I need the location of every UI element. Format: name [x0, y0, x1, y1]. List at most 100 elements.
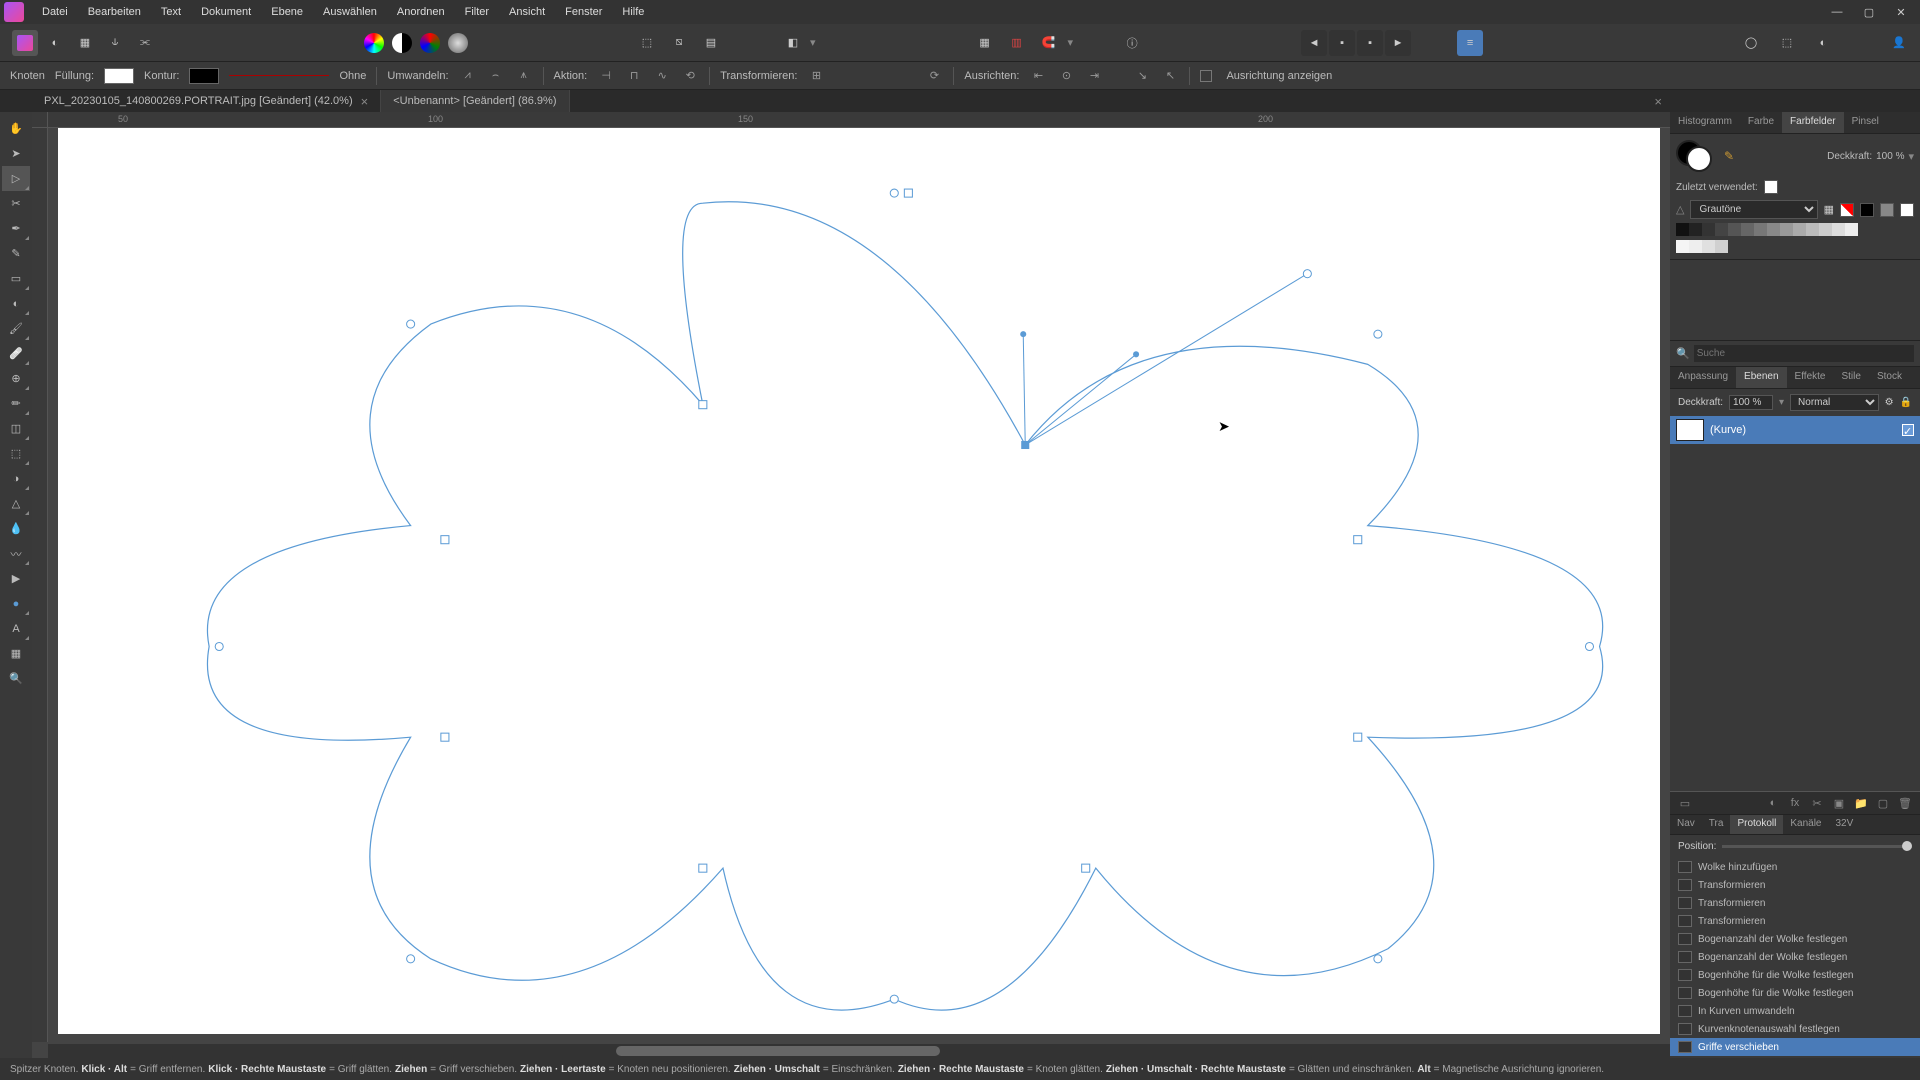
menu-text[interactable]: Text [151, 2, 191, 22]
history-item-current[interactable]: Griffe verschieben [1670, 1038, 1920, 1056]
tool-paint[interactable]: 🖌 [2, 316, 30, 341]
tab-stock[interactable]: Stock [1869, 367, 1910, 388]
tab-anpassung[interactable]: Anpassung [1670, 367, 1736, 388]
color-selector[interactable] [1676, 140, 1716, 172]
tool-mesh[interactable]: ▦ [2, 641, 30, 666]
quicklook-button[interactable]: ◧ [780, 30, 806, 56]
tool-gradient[interactable]: ◐ [2, 291, 30, 316]
tab-32v[interactable]: 32V [1828, 815, 1860, 834]
tab-kanaele[interactable]: Kanäle [1783, 815, 1828, 834]
position-track[interactable] [1722, 845, 1912, 848]
menu-filter[interactable]: Filter [455, 2, 499, 22]
history-item[interactable]: Bogenhöhe für die Wolke festlegen [1670, 984, 1920, 1002]
tool-node[interactable]: ▷ [2, 166, 30, 191]
align-5-icon[interactable]: ↖ [1161, 67, 1179, 85]
search-input[interactable] [1694, 345, 1914, 362]
tab-stile[interactable]: Stile [1833, 367, 1868, 388]
horizontal-scrollbar[interactable] [48, 1044, 1670, 1058]
arrange-3[interactable]: ▪ [1357, 30, 1383, 56]
menu-dokument[interactable]: Dokument [191, 2, 261, 22]
show-alignment-checkbox[interactable] [1200, 70, 1212, 82]
shape-curve[interactable] [207, 202, 1602, 1010]
selection-mode-1[interactable]: ⬚ [634, 30, 660, 56]
tab-histogramm[interactable]: Histogramm [1670, 112, 1740, 133]
tool-fill[interactable]: 💧 [2, 516, 30, 541]
tool-heal[interactable]: 🩹 [2, 341, 30, 366]
tool-play[interactable]: ▶ [2, 566, 30, 591]
live-view-3[interactable]: ◐ [1810, 30, 1836, 56]
history-item[interactable]: Transformieren [1670, 894, 1920, 912]
tool-crop[interactable]: ✂ [2, 191, 30, 216]
layer-fx-btn[interactable]: fx [1786, 795, 1804, 811]
lab-icon[interactable] [448, 33, 468, 53]
menu-anordnen[interactable]: Anordnen [387, 2, 455, 22]
tab-protokoll[interactable]: Protokoll [1730, 815, 1783, 834]
history-item[interactable]: In Kurven umwandeln [1670, 1002, 1920, 1020]
menu-auswaehlen[interactable]: Auswählen [313, 2, 387, 22]
align-2-icon[interactable]: ⊙ [1057, 67, 1075, 85]
snap-button[interactable]: 🧲 [1036, 30, 1062, 56]
gray-swatch-item[interactable] [1676, 223, 1689, 236]
layer-folder-icon[interactable]: 📁 [1852, 795, 1870, 811]
tool-pen[interactable]: ✒ [2, 216, 30, 241]
menu-ebene[interactable]: Ebene [261, 2, 313, 22]
opacity-value[interactable]: 100 % [1876, 151, 1904, 162]
position-thumb[interactable] [1902, 841, 1912, 851]
action-smooth-icon[interactable]: ∿ [653, 67, 671, 85]
layer-item-curve[interactable]: (Kurve) ✓ [1670, 416, 1920, 444]
info-button[interactable]: ⓘ [1119, 30, 1145, 56]
stroke-width-preview[interactable] [229, 70, 329, 82]
action-close-icon[interactable]: ⊓ [625, 67, 643, 85]
selection-mode-2[interactable]: ⧅ [666, 30, 692, 56]
fill-swatch[interactable] [104, 68, 134, 84]
picker-icon[interactable]: ✎ [1724, 149, 1734, 163]
close-button[interactable]: ✕ [1886, 2, 1916, 22]
tool-zoom[interactable]: 🔍 [2, 666, 30, 691]
tool-hand[interactable]: ✋ [2, 116, 30, 141]
align-3-icon[interactable]: ⇥ [1085, 67, 1103, 85]
color-wheel-icon[interactable] [364, 33, 384, 53]
action-join-icon[interactable]: ⟲ [681, 67, 699, 85]
tool-pencil[interactable]: ✎ [2, 241, 30, 266]
action-break-icon[interactable]: ⊣ [597, 67, 615, 85]
layer-visibility-checkbox[interactable]: ✓ [1902, 424, 1914, 436]
cycle-icon[interactable]: ⟳ [925, 67, 943, 85]
persona-develop[interactable]: ▦ [72, 30, 98, 56]
history-item[interactable]: Transformieren [1670, 912, 1920, 930]
align-1-icon[interactable]: ⇤ [1029, 67, 1047, 85]
transform-mode-icon[interactable]: ⊞ [807, 67, 825, 85]
split-button[interactable]: ▥ [1004, 30, 1030, 56]
arrange-1[interactable]: ◄ [1301, 30, 1327, 56]
history-item[interactable]: Bogenanzahl der Wolke festlegen [1670, 930, 1920, 948]
horizontal-scrollbar-thumb[interactable] [616, 1046, 940, 1056]
menu-ansicht[interactable]: Ansicht [499, 2, 555, 22]
document-tab-1-close[interactable]: × [361, 94, 369, 109]
layer-delete-icon[interactable]: 🗑 [1896, 795, 1914, 811]
grayscale-icon[interactable] [392, 33, 412, 53]
tool-erase[interactable]: ◫ [2, 416, 30, 441]
tab-farbfelder[interactable]: Farbfelder [1782, 112, 1844, 133]
tool-brush2[interactable]: ✏ [2, 391, 30, 416]
convert-sharp-icon[interactable]: ⩘ [459, 67, 477, 85]
history-item[interactable]: Transformieren [1670, 876, 1920, 894]
gray-swatch[interactable] [1880, 203, 1894, 217]
tool-text[interactable]: A [2, 616, 30, 641]
layer-group-icon[interactable]: ▣ [1830, 795, 1848, 811]
live-view-2[interactable]: ⬚ [1774, 30, 1800, 56]
tool-dodge[interactable]: ◑ [2, 466, 30, 491]
persona-export[interactable]: ⫘ [132, 30, 158, 56]
canvas[interactable]: ➤ [58, 128, 1660, 1034]
tool-shape[interactable]: ▭ [2, 266, 30, 291]
document-tab-2[interactable]: <Unbenannt> [Geändert] (86.9%) × [381, 90, 569, 112]
layer-fx-icon[interactable]: ⚙ [1885, 397, 1894, 408]
tool-sharpen[interactable]: △ [2, 491, 30, 516]
history-item[interactable]: Bogenanzahl der Wolke festlegen [1670, 948, 1920, 966]
black-swatch[interactable] [1860, 203, 1874, 217]
tool-clone[interactable]: ⊕ [2, 366, 30, 391]
tab-ebenen[interactable]: Ebenen [1736, 367, 1786, 388]
tool-select[interactable]: ⬚ [2, 441, 30, 466]
layer-opacity-input[interactable] [1729, 395, 1773, 410]
tool-smudge[interactable]: 〰 [2, 541, 30, 566]
rgb-icon[interactable] [420, 33, 440, 53]
align-button[interactable]: ≡ [1457, 30, 1483, 56]
